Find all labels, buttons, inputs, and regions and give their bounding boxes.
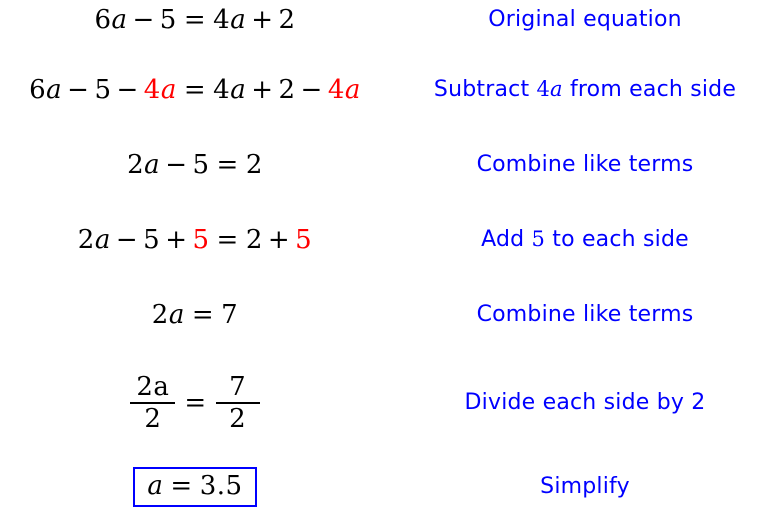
eq2-lhs-var: a [46,75,63,105]
description-3: Combine like terms [476,152,694,177]
equation-cell-2: 6a −5−4a = 4a +2−4a [0,77,390,103]
desc2-part2: from each side [562,77,737,102]
eq2-equals: = [183,75,207,105]
equation-cell-3: 2a −5 = 2 [0,152,390,178]
eq4-lhs-var: a [94,225,111,255]
eq6-equals: = [184,388,207,418]
equation-cell-5: 2a = 7 [0,302,390,328]
eq4-lhs-const: 5 [143,225,161,255]
equation-steps-sheet: 6a −5 = 4a +2 Original equation 6a −5−4a = 4a +2… [0,0,780,509]
step-row-5: 2a = 7 Combine like terms [0,295,780,335]
eq4-equals: = [216,225,239,255]
fraction-right-denominator: 2 [229,404,247,434]
desc4-num: 5 [531,227,546,251]
eq1-lhs-var: a [111,5,128,35]
eq3-rhs-const: 2 [245,150,263,180]
fraction-left: 2a 2 [130,372,176,434]
equation-5: 2a = 7 [152,302,238,328]
eq7-equals: = [170,471,193,501]
eq2-lhs-op1: − [67,75,90,105]
eq3-lhs-const: 5 [192,150,210,180]
eq4-rhs-hl: 5 [295,225,313,255]
eq2-rhs-coef: 4 [213,75,231,105]
equation-cell-7: a = 3.5 [0,467,390,507]
eq2-lhs-coef: 6 [29,75,47,105]
fraction-left-denominator: 2 [144,404,162,434]
eq3-lhs-var: a [144,150,161,180]
eq4-lhs-coef: 2 [77,225,95,255]
step-row-2: 6a −5−4a = 4a +2−4a Subtract 4a from each si… [0,70,780,110]
eq2-lhs-hl-var: a [160,75,177,105]
equation-4: 2a −5 +5 = 2 +5 [78,227,312,253]
eq7-var: a [147,471,164,501]
description-1: Original equation [488,7,682,32]
equation-cell-6: 2a 2 = 7 2 [0,374,390,432]
eq1-rhs-const: 2 [278,5,296,35]
eq1-equals: = [183,5,207,35]
description-cell-1: Original equation [390,9,780,31]
eq1-lhs-op: − [132,5,155,35]
eq7-value: 3.5 [199,471,243,501]
equation-cell-1: 6a −5 = 4a +2 [0,7,390,33]
eq3-lhs-coef: 2 [127,150,145,180]
eq1-rhs-coef: 4 [213,5,231,35]
eq4-rhs-op: + [267,225,291,255]
equation-1: 6a −5 = 4a +2 [94,7,295,33]
description-6: Divide each side by 2 [464,390,706,415]
equation-6: 2a 2 = 7 2 [128,374,261,432]
description-4: Add 5 to each side [481,229,689,251]
step-row-7: a = 3.5 Simplify [0,465,780,509]
equation-2: 6a −5−4a = 4a +2−4a [29,77,361,103]
eq2-lhs-op2: − [116,75,139,105]
eq2-rhs-var: a [230,75,247,105]
description-cell-2: Subtract 4a from each side [390,79,780,101]
eq2-lhs-const: 5 [94,75,112,105]
description-2: Subtract 4a from each side [434,79,736,101]
eq2-rhs-hl-coef: 4 [327,75,345,105]
eq1-rhs-op: + [251,5,274,35]
description-cell-3: Combine like terms [390,154,780,176]
desc2-part1: Subtract [433,77,537,102]
fraction-right-numerator: 7 [229,372,247,402]
eq2-rhs-hl-var: a [344,75,361,105]
step-row-3: 2a −5 = 2 Combine like terms [0,145,780,185]
fraction-left-numerator: 2a [136,372,170,402]
desc2-coef: 4 [536,77,551,101]
step-row-4: 2a −5 +5 = 2 +5 Add 5 to each side [0,220,780,260]
equation-3: 2a −5 = 2 [127,152,263,178]
eq1-rhs-var: a [230,5,247,35]
description-cell-6: Divide each side by 2 [390,392,780,414]
description-cell-5: Combine like terms [390,304,780,326]
eq2-rhs-op2: − [300,75,323,105]
eq4-lhs-hl: 5 [192,225,210,255]
eq2-lhs-hl-coef: 4 [143,75,161,105]
step-row-1: 6a −5 = 4a +2 Original equation [0,0,780,40]
step-row-6: 2a 2 = 7 2 Divide each side by 2 [0,358,780,448]
eq1-lhs-coef: 6 [94,5,112,35]
eq1-lhs-const: 5 [159,5,177,35]
desc4-part2: to each side [545,227,689,252]
eq5-lhs-coef: 2 [151,300,169,330]
description-7: Simplify [540,474,630,499]
eq3-equals: = [216,150,239,180]
eq3-lhs-op: − [165,150,188,180]
eq5-lhs-var: a [168,300,185,330]
eq5-equals: = [191,300,215,330]
description-cell-7: Simplify [390,476,780,498]
boxed-answer: a = 3.5 [133,467,257,507]
eq2-rhs-const: 2 [278,75,296,105]
fraction-right: 7 2 [215,372,260,434]
desc2-var: a [550,77,563,101]
desc4-part1: Add [481,227,532,252]
eq4-lhs-op1: − [115,225,139,255]
description-5: Combine like terms [476,302,694,327]
description-cell-4: Add 5 to each side [390,229,780,251]
eq4-lhs-op2: + [165,225,188,255]
eq4-rhs-const: 2 [245,225,263,255]
equation-cell-4: 2a −5 +5 = 2 +5 [0,227,390,253]
eq5-rhs-const: 7 [221,300,239,330]
eq2-rhs-op1: + [251,75,274,105]
